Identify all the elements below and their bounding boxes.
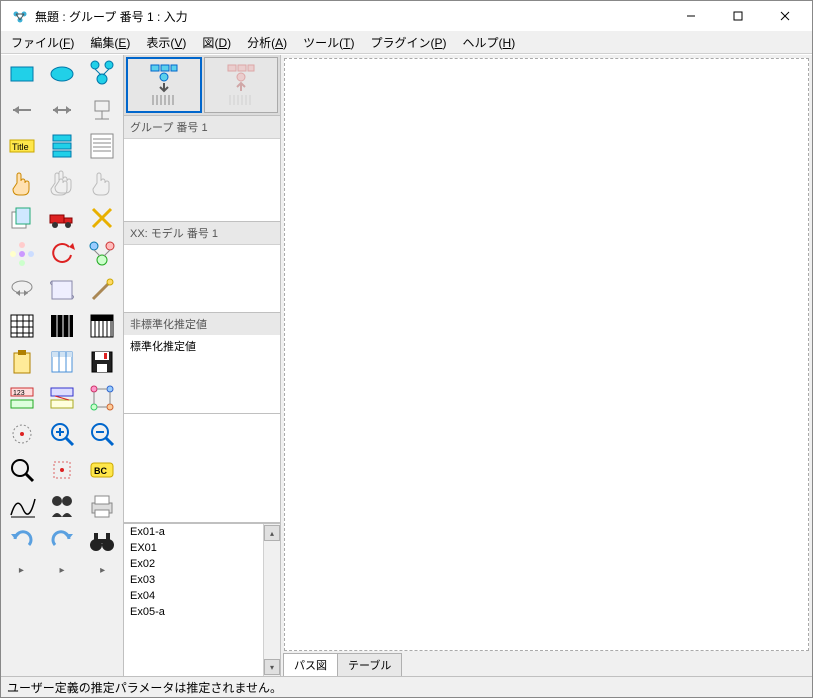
- files-listbox: Ex01-aEX01Ex02Ex03Ex04Ex05-a ▴ ▾: [124, 523, 280, 676]
- input-diagram-thumb[interactable]: [126, 57, 202, 113]
- target-tool-tool-button[interactable]: [2, 416, 42, 452]
- zoom-fit-tool-button[interactable]: [2, 452, 42, 488]
- menu-view[interactable]: 表示(V): [138, 32, 194, 53]
- diagram-mode-switch: [124, 55, 280, 116]
- menu-plugins[interactable]: プラグイン(P): [363, 32, 455, 53]
- vars-single-tool-button[interactable]: [42, 128, 82, 164]
- zoom-in-tool-button[interactable]: [42, 416, 82, 452]
- undo-tool-button[interactable]: [2, 524, 42, 560]
- window-title: 無題 : グループ 番号 1 : 入力: [35, 8, 668, 25]
- hand-single-tool-button[interactable]: [2, 164, 42, 200]
- groups-panel-body[interactable]: [124, 139, 280, 221]
- app-icon: [11, 7, 29, 25]
- svg-text:BC: BC: [94, 466, 107, 476]
- scroll-up-button[interactable]: ▴: [264, 525, 280, 541]
- models-panel-header[interactable]: XX: モデル 番号 1: [124, 222, 280, 245]
- models-panel: XX: モデル 番号 1: [124, 222, 280, 313]
- zoom-out-tool-button[interactable]: [82, 416, 122, 452]
- statusbar: ユーザー定義の推定パラメータは推定されません。: [1, 676, 812, 697]
- menu-file[interactable]: ファイル(F): [3, 32, 82, 53]
- menubar: ファイル(F) 編集(E) 表示(V) 図(D) 分析(A) ツール(T) プラ…: [1, 31, 812, 54]
- clipart-a-tool-button[interactable]: [42, 488, 82, 524]
- arrow-both-tool-button[interactable]: [42, 92, 82, 128]
- menu-diagram[interactable]: 図(D): [194, 32, 239, 53]
- maximize-button[interactable]: [715, 1, 761, 31]
- estimates-body: [124, 357, 280, 413]
- ellipse-latent-tool-button[interactable]: [42, 56, 82, 92]
- titlebar: 無題 : グループ 番号 1 : 入力: [1, 1, 812, 31]
- latent-indicator-tool-button[interactable]: [82, 56, 122, 92]
- tree-tool-tool-button[interactable]: [82, 380, 122, 416]
- models-panel-body[interactable]: [124, 245, 280, 312]
- tab-table[interactable]: テーブル: [337, 653, 402, 676]
- bayes-bc-tool-button[interactable]: BC: [82, 452, 122, 488]
- svg-text:Title: Title: [12, 142, 29, 152]
- zoom-center-tool-button[interactable]: [42, 452, 82, 488]
- scroll-down-button[interactable]: ▾: [264, 659, 280, 675]
- props-b-tool-button[interactable]: [42, 380, 82, 416]
- hand-multi-tool-button[interactable]: [42, 164, 82, 200]
- rotate-flower-tool-button[interactable]: [2, 236, 42, 272]
- menu-edit[interactable]: 編集(E): [82, 32, 138, 53]
- copy-tool-tool-button[interactable]: [2, 200, 42, 236]
- parameters-panel: [124, 414, 280, 523]
- matrix-3-tool-button[interactable]: [82, 308, 122, 344]
- canvas-area: パス図 テーブル: [281, 55, 812, 676]
- loupe-ellipse-tool-button[interactable]: [2, 272, 42, 308]
- spreadsheet-tool-tool-button[interactable]: [42, 344, 82, 380]
- svg-text:123: 123: [13, 390, 25, 397]
- groups-panel-header[interactable]: グループ 番号 1: [124, 116, 280, 139]
- clipboard-tool-tool-button[interactable]: [2, 344, 42, 380]
- close-button[interactable]: [762, 1, 808, 31]
- standardized-row[interactable]: 標準化推定値: [124, 335, 280, 357]
- menu-help[interactable]: ヘルプ(H): [455, 32, 524, 53]
- file-item[interactable]: Ex05-a: [124, 604, 263, 620]
- rotate-ccw-tool-button[interactable]: [42, 236, 82, 272]
- rect-observed-tool-button[interactable]: [2, 56, 42, 92]
- middle-panel: グループ 番号 1 XX: モデル 番号 1 非標準化推定値 標準化推定値 Ex…: [124, 55, 281, 676]
- matrix-1-tool-button[interactable]: [2, 308, 42, 344]
- view-tabs: パス図 テーブル: [281, 654, 812, 676]
- hand-all-tool-button[interactable]: [82, 164, 122, 200]
- parameters-body[interactable]: [124, 414, 280, 522]
- arrow-left-tool-button[interactable]: [2, 92, 42, 128]
- status-text: ユーザー定義の推定パラメータは推定されません。: [7, 679, 282, 696]
- unstandardized-row[interactable]: 非標準化推定値: [124, 313, 280, 335]
- path-diagram-canvas[interactable]: [284, 58, 809, 651]
- redo-tool-button[interactable]: [42, 524, 82, 560]
- file-item[interactable]: Ex04: [124, 588, 263, 604]
- minimize-button[interactable]: [668, 1, 714, 31]
- file-item[interactable]: EX01: [124, 540, 263, 556]
- file-item[interactable]: Ex03: [124, 572, 263, 588]
- file-item[interactable]: Ex02: [124, 556, 263, 572]
- output-diagram-thumb[interactable]: [204, 57, 278, 113]
- file-item[interactable]: Ex01-a: [124, 524, 263, 540]
- toolbox: Title 123 BC ▸▸▸: [1, 55, 124, 676]
- cart-tool-button[interactable]: [82, 92, 122, 128]
- scroll-tool-tool-button[interactable]: [42, 272, 82, 308]
- props-a-tool-button[interactable]: 123: [2, 380, 42, 416]
- erase-x-tool-button[interactable]: [82, 200, 122, 236]
- toolbox-pager[interactable]: ▸▸▸: [1, 561, 123, 579]
- matrix-2-tool-button[interactable]: [42, 308, 82, 344]
- print-tool-tool-button[interactable]: [82, 488, 122, 524]
- estimates-panel: 非標準化推定値 標準化推定値: [124, 313, 280, 414]
- files-scrollbar[interactable]: ▴ ▾: [263, 524, 280, 676]
- save-tool-tool-button[interactable]: [82, 344, 122, 380]
- mirror-latent-tool-button[interactable]: [82, 236, 122, 272]
- title-tool-tool-button[interactable]: Title: [2, 128, 42, 164]
- wand-tool-tool-button[interactable]: [82, 272, 122, 308]
- curve-tool-tool-button[interactable]: [2, 488, 42, 524]
- tab-path-diagram[interactable]: パス図: [283, 653, 338, 676]
- menu-tools[interactable]: ツール(T): [295, 32, 362, 53]
- groups-panel: グループ 番号 1: [124, 116, 280, 222]
- truck-tool-tool-button[interactable]: [42, 200, 82, 236]
- vars-list-tool-button[interactable]: [82, 128, 122, 164]
- binoculars-tool-button[interactable]: [82, 524, 122, 560]
- menu-analyze[interactable]: 分析(A): [239, 32, 295, 53]
